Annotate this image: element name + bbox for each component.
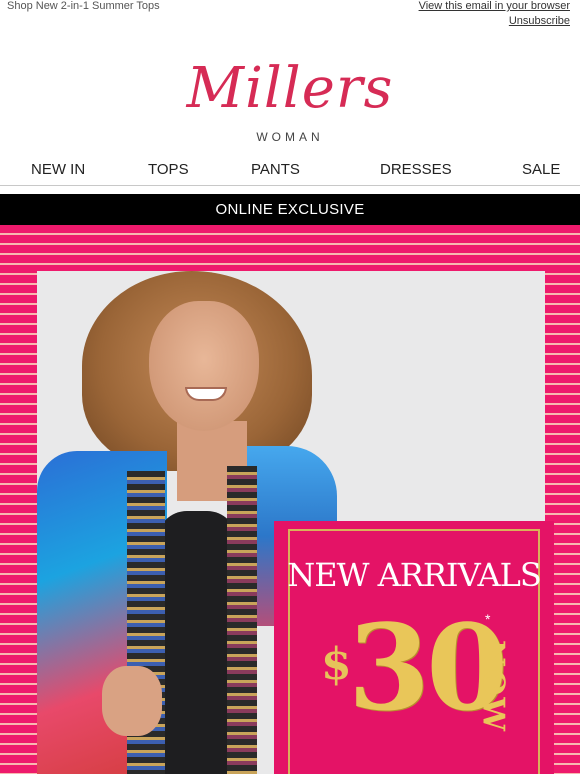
- online-exclusive-banner[interactable]: ONLINE EXCLUSIVE: [0, 194, 580, 225]
- promo-box[interactable]: NEW ARRIVALS 30 $ * NOW: [274, 521, 554, 774]
- unsubscribe-link[interactable]: Unsubscribe: [509, 15, 570, 27]
- logo-wordmark: Millers: [186, 56, 394, 121]
- view-in-browser-link[interactable]: View this email in your browser: [419, 0, 570, 12]
- main-nav: NEW IN TOPS PANTS DRESSES SALE: [0, 158, 580, 186]
- promo-now-label: NOW: [475, 639, 511, 734]
- top-bar: Shop New 2-in-1 Summer Tops View this em…: [0, 0, 580, 28]
- model-face: [149, 301, 259, 431]
- cardigan-trim-right: [227, 466, 257, 774]
- hero-banner[interactable]: NEW ARRIVALS 30 $ * NOW: [0, 225, 580, 774]
- promo-asterisk: *: [485, 611, 491, 627]
- nav-item-new-in[interactable]: NEW IN: [31, 161, 85, 178]
- nav-item-tops[interactable]: TOPS: [148, 161, 189, 178]
- nav-item-pants[interactable]: PANTS: [251, 161, 300, 178]
- promo-title: NEW ARRIVALS: [287, 556, 542, 594]
- black-tank-top: [157, 511, 237, 774]
- model-hand: [102, 666, 162, 736]
- nav-item-dresses[interactable]: DRESSES: [380, 161, 452, 178]
- promo-currency: $: [321, 639, 352, 690]
- brand-logo[interactable]: Millers WOMAN: [0, 54, 580, 146]
- preheader-text: Shop New 2-in-1 Summer Tops: [7, 0, 160, 12]
- logo-subtitle: WOMAN: [256, 130, 324, 144]
- nav-item-sale[interactable]: SALE: [522, 161, 560, 178]
